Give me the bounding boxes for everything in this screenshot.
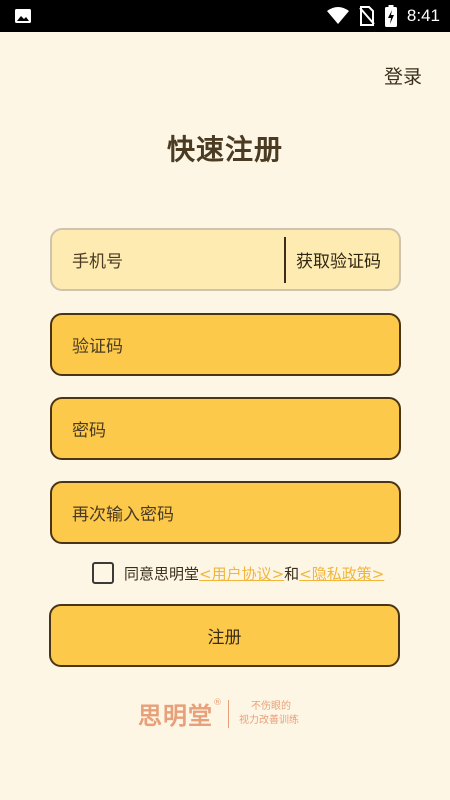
verification-code-placeholder: 验证码 bbox=[72, 337, 123, 357]
password-placeholder: 密码 bbox=[72, 421, 106, 441]
agreement-row: 同意思明堂 <用户协议> 和 <隐私政策> bbox=[92, 562, 384, 584]
agreement-checkbox[interactable] bbox=[92, 562, 114, 584]
no-sim-icon bbox=[359, 6, 375, 26]
phone-placeholder: 手机号 bbox=[72, 252, 123, 272]
login-link[interactable]: 登录 bbox=[384, 62, 422, 89]
status-bar: 8:41 bbox=[0, 0, 450, 32]
brand-name: 思明堂 bbox=[138, 702, 213, 730]
page-title: 快速注册 bbox=[166, 133, 283, 166]
agreement-and: 和 bbox=[284, 564, 300, 583]
agreement-prefix: 同意思明堂 bbox=[124, 564, 200, 583]
registered-mark: ® bbox=[213, 698, 222, 708]
status-time: 8:41 bbox=[406, 6, 440, 25]
privacy-policy-link[interactable]: <隐私政策> bbox=[299, 563, 384, 584]
image-icon bbox=[14, 8, 32, 24]
password-field[interactable]: 密码 bbox=[50, 397, 401, 460]
verification-code-field[interactable]: 验证码 bbox=[50, 313, 401, 376]
slogan-line1: 不伤眼的 bbox=[251, 700, 291, 712]
confirm-password-field[interactable]: 再次输入密码 bbox=[50, 481, 401, 544]
brand-logo: 思明堂 ® 不伤眼的 视力改善训练 bbox=[138, 696, 299, 731]
battery-charging-icon bbox=[384, 5, 397, 27]
get-code-button[interactable]: 获取验证码 bbox=[296, 247, 399, 272]
phone-field[interactable]: 手机号 获取验证码 bbox=[50, 228, 401, 291]
brand-separator bbox=[228, 699, 229, 728]
brand-slogan: 不伤眼的 视力改善训练 bbox=[239, 700, 299, 728]
field-divider bbox=[284, 236, 286, 283]
register-button[interactable]: 注册 bbox=[49, 604, 400, 667]
slogan-line2: 视力改善训练 bbox=[239, 714, 299, 726]
confirm-password-placeholder: 再次输入密码 bbox=[72, 505, 174, 525]
user-agreement-link[interactable]: <用户协议> bbox=[199, 563, 284, 584]
wifi-icon bbox=[326, 7, 349, 25]
